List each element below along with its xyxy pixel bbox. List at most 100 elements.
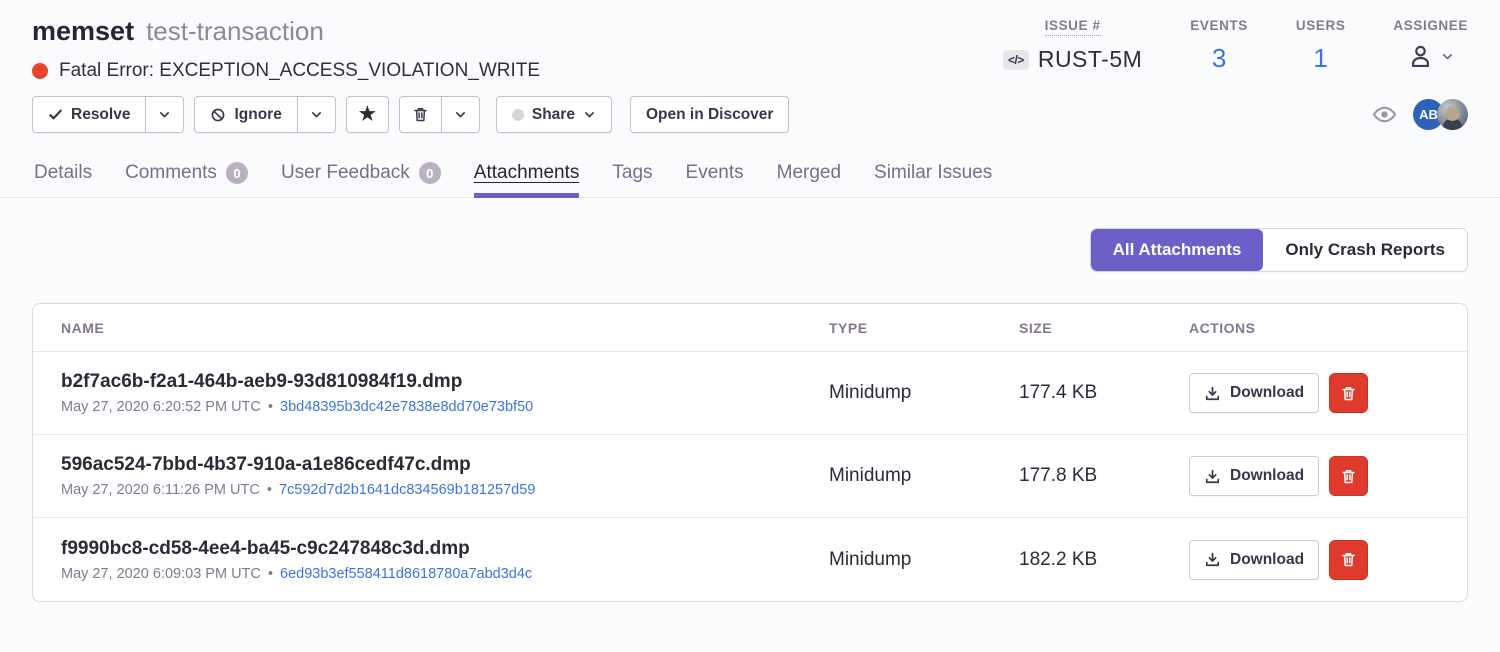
delete-attachment-button[interactable]: [1329, 456, 1368, 496]
mute-icon: [210, 107, 226, 123]
issue-short-id: RUST-5M: [1038, 46, 1142, 73]
delete-attachment-button[interactable]: [1329, 373, 1368, 413]
attachment-file-name: f9990bc8-cd58-4ee4-ba45-c9c247848c3d.dmp: [61, 538, 829, 560]
events-count[interactable]: 3: [1212, 43, 1226, 74]
attachment-size: 177.4 KB: [1019, 382, 1189, 404]
users-count[interactable]: 1: [1313, 43, 1327, 74]
user-photo-avatar[interactable]: [1437, 99, 1468, 130]
tab-label: Similar Issues: [874, 162, 992, 184]
tab-tags[interactable]: Tags: [612, 149, 652, 197]
table-row: b2f7ac6b-f2a1-464b-aeb9-93d810984f19.dmp…: [33, 352, 1467, 435]
column-header-name: NAME: [61, 320, 829, 336]
attachment-file-name: b2f7ac6b-f2a1-464b-aeb9-93d810984f19.dmp: [61, 371, 829, 393]
tab-count-badge: 0: [226, 162, 248, 184]
ignore-button[interactable]: Ignore: [194, 96, 297, 133]
table-header-row: NAME TYPE SIZE ACTIONS: [33, 304, 1467, 352]
attachment-size: 182.2 KB: [1019, 549, 1189, 571]
assignee-selector[interactable]: [1407, 43, 1454, 70]
delete-button-group: [399, 96, 480, 133]
chevron-down-icon: [310, 108, 323, 121]
attachment-timestamp: May 27, 2020 6:20:52 PM UTC: [61, 399, 265, 415]
tab-label: Comments: [125, 162, 217, 184]
tab-comments[interactable]: Comments 0: [125, 149, 248, 197]
table-row: 596ac524-7bbd-4b37-910a-a1e86cedf47c.dmp…: [33, 435, 1467, 518]
chevron-down-icon: [158, 108, 171, 121]
attachment-meta: May 27, 2020 6:20:52 PM UTC • 3bd48395b3…: [61, 399, 829, 415]
download-label: Download: [1230, 467, 1304, 485]
chevron-down-icon: [583, 108, 596, 121]
delete-attachment-button[interactable]: [1329, 540, 1368, 580]
share-status-dot: [512, 109, 524, 121]
download-icon: [1204, 385, 1221, 402]
column-header-type: TYPE: [829, 320, 1019, 336]
stat-issue-number: ISSUE # </> RUST-5M: [1003, 18, 1142, 82]
download-button[interactable]: Download: [1189, 540, 1319, 580]
stat-events: EVENTS 3: [1190, 18, 1248, 82]
action-toolbar: Resolve Ignore ★: [0, 82, 1500, 133]
ignore-dropdown-button[interactable]: [298, 96, 336, 133]
code-icon[interactable]: </>: [1003, 50, 1029, 70]
download-button[interactable]: Download: [1189, 456, 1319, 496]
tab-similar-issues[interactable]: Similar Issues: [874, 149, 992, 197]
attachment-filter-toggle: All Attachments Only Crash Reports: [1090, 228, 1468, 272]
discover-label: Open in Discover: [646, 106, 773, 124]
check-icon: [48, 107, 63, 122]
attachments-panel: All Attachments Only Crash Reports NAME …: [0, 198, 1500, 625]
event-id-link[interactable]: 6ed93b3ef558411d8618780a7abd3d4c: [276, 566, 532, 582]
share-button[interactable]: Share: [496, 96, 612, 133]
chevron-down-icon: [454, 108, 467, 121]
attachment-meta: May 27, 2020 6:09:03 PM UTC • 6ed93b3ef5…: [61, 566, 829, 582]
filter-all-attachments-button[interactable]: All Attachments: [1091, 229, 1264, 271]
filter-only-crash-reports-button[interactable]: Only Crash Reports: [1263, 229, 1467, 271]
event-id-link[interactable]: 3bd48395b3dc42e7838e8dd70e73bf50: [276, 399, 533, 415]
attachment-file-name: 596ac524-7bbd-4b37-910a-a1e86cedf47c.dmp: [61, 454, 829, 476]
attachment-type: Minidump: [829, 382, 1019, 404]
viewers-block: AB: [1372, 99, 1468, 130]
tab-label: User Feedback: [281, 162, 410, 184]
tab-label: Attachments: [474, 162, 580, 184]
eye-icon[interactable]: [1372, 102, 1397, 127]
resolve-button[interactable]: Resolve: [32, 96, 146, 133]
table-body: b2f7ac6b-f2a1-464b-aeb9-93d810984f19.dmp…: [33, 352, 1467, 601]
tab-user-feedback[interactable]: User Feedback 0: [281, 149, 441, 197]
tab-attachments[interactable]: Attachments: [474, 149, 580, 197]
chevron-down-icon: [1441, 50, 1454, 63]
attachment-timestamp: May 27, 2020 6:11:26 PM UTC: [61, 482, 264, 498]
resolve-dropdown-button[interactable]: [146, 96, 184, 133]
delete-dropdown-button[interactable]: [442, 96, 480, 133]
attachment-type: Minidump: [829, 549, 1019, 571]
tab-details[interactable]: Details: [34, 149, 92, 197]
tab-bar: Details Comments 0 User Feedback 0 Attac…: [0, 149, 1500, 198]
attachment-type: Minidump: [829, 465, 1019, 487]
bookmark-star-button[interactable]: ★: [346, 96, 389, 133]
attachment-size: 177.8 KB: [1019, 465, 1189, 487]
attachment-timestamp: May 27, 2020 6:09:03 PM UTC: [61, 566, 265, 582]
page-title: memset: [32, 16, 134, 47]
trash-icon: [1340, 385, 1357, 402]
stat-assignee: ASSIGNEE: [1393, 18, 1468, 82]
open-in-discover-button[interactable]: Open in Discover: [630, 96, 789, 133]
issue-number-label: ISSUE #: [1045, 18, 1101, 36]
download-button[interactable]: Download: [1189, 373, 1319, 413]
tab-label: Details: [34, 162, 92, 184]
transaction-name: test-transaction: [146, 16, 324, 47]
assignee-label: ASSIGNEE: [1393, 18, 1468, 33]
tab-count-badge: 0: [419, 162, 441, 184]
trash-icon: [1340, 551, 1357, 568]
tab-label: Merged: [777, 162, 841, 184]
resolve-button-group: Resolve: [32, 96, 184, 133]
events-label: EVENTS: [1190, 18, 1248, 33]
issue-stats: ISSUE # </> RUST-5M EVENTS 3 USERS 1 ASS…: [1003, 16, 1468, 82]
person-icon: [1407, 43, 1434, 70]
tab-events[interactable]: Events: [686, 149, 744, 197]
share-label: Share: [532, 106, 575, 124]
tab-label: Tags: [612, 162, 652, 184]
resolve-label: Resolve: [71, 106, 130, 124]
delete-button[interactable]: [399, 96, 442, 133]
ignore-button-group: Ignore: [194, 96, 335, 133]
table-row: f9990bc8-cd58-4ee4-ba45-c9c247848c3d.dmp…: [33, 518, 1467, 601]
event-id-link[interactable]: 7c592d7d2b1641dc834569b181257d59: [275, 482, 535, 498]
download-label: Download: [1230, 384, 1304, 402]
tab-merged[interactable]: Merged: [777, 149, 841, 197]
trash-icon: [412, 106, 429, 123]
